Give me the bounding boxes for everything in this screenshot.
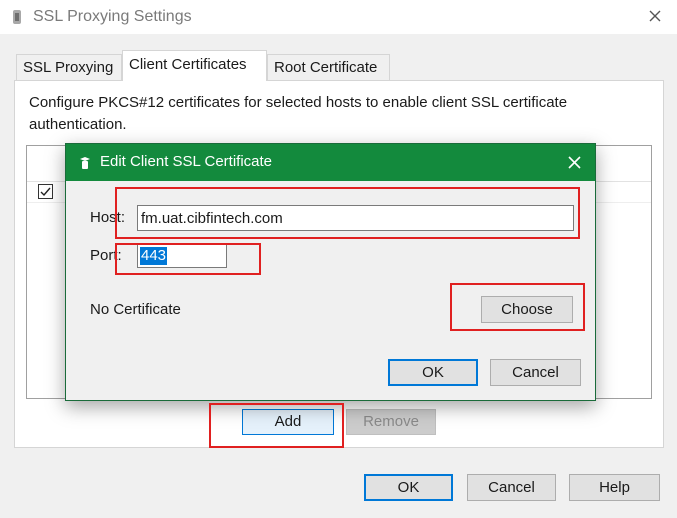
window-title: SSL Proxying Settings [33, 8, 192, 25]
app-icon [80, 157, 90, 169]
checkmark-icon [40, 187, 51, 197]
modal-cancel-button[interactable]: Cancel [490, 359, 581, 386]
close-icon[interactable] [565, 154, 585, 172]
port-value: 443 [140, 247, 168, 265]
tab-ssl-proxying[interactable]: SSL Proxying [16, 54, 122, 80]
tab-client-certificates[interactable]: Client Certificates [122, 50, 267, 81]
port-label: Port: [90, 247, 122, 264]
close-icon[interactable] [642, 5, 668, 29]
cancel-button[interactable]: Cancel [467, 474, 556, 501]
app-icon [13, 10, 21, 24]
tab-label: SSL Proxying [23, 59, 114, 76]
modal-titlebar: Edit Client SSL Certificate [66, 144, 595, 181]
choose-certificate-button[interactable]: Choose [481, 296, 573, 323]
port-input[interactable]: 443 [137, 244, 227, 268]
edit-client-ssl-certificate-dialog: Edit Client SSL Certificate Host: Port: … [65, 143, 596, 401]
add-button[interactable]: Add [242, 409, 334, 435]
row-enabled-checkbox[interactable] [38, 184, 53, 199]
window-titlebar: SSL Proxying Settings [0, 0, 677, 34]
tab-label: Client Certificates [129, 56, 247, 73]
panel-description: Configure PKCS#12 certificates for selec… [29, 94, 568, 133]
remove-button[interactable]: Remove [346, 409, 436, 435]
help-button[interactable]: Help [569, 474, 660, 501]
tab-root-certificate[interactable]: Root Certificate [267, 54, 390, 80]
host-input[interactable] [137, 205, 574, 231]
tab-label: Root Certificate [274, 59, 378, 76]
ok-button[interactable]: OK [364, 474, 453, 501]
host-label: Host: [90, 209, 126, 226]
modal-ok-button[interactable]: OK [388, 359, 478, 386]
certificate-status: No Certificate [90, 301, 181, 318]
modal-title: Edit Client SSL Certificate [100, 153, 273, 170]
